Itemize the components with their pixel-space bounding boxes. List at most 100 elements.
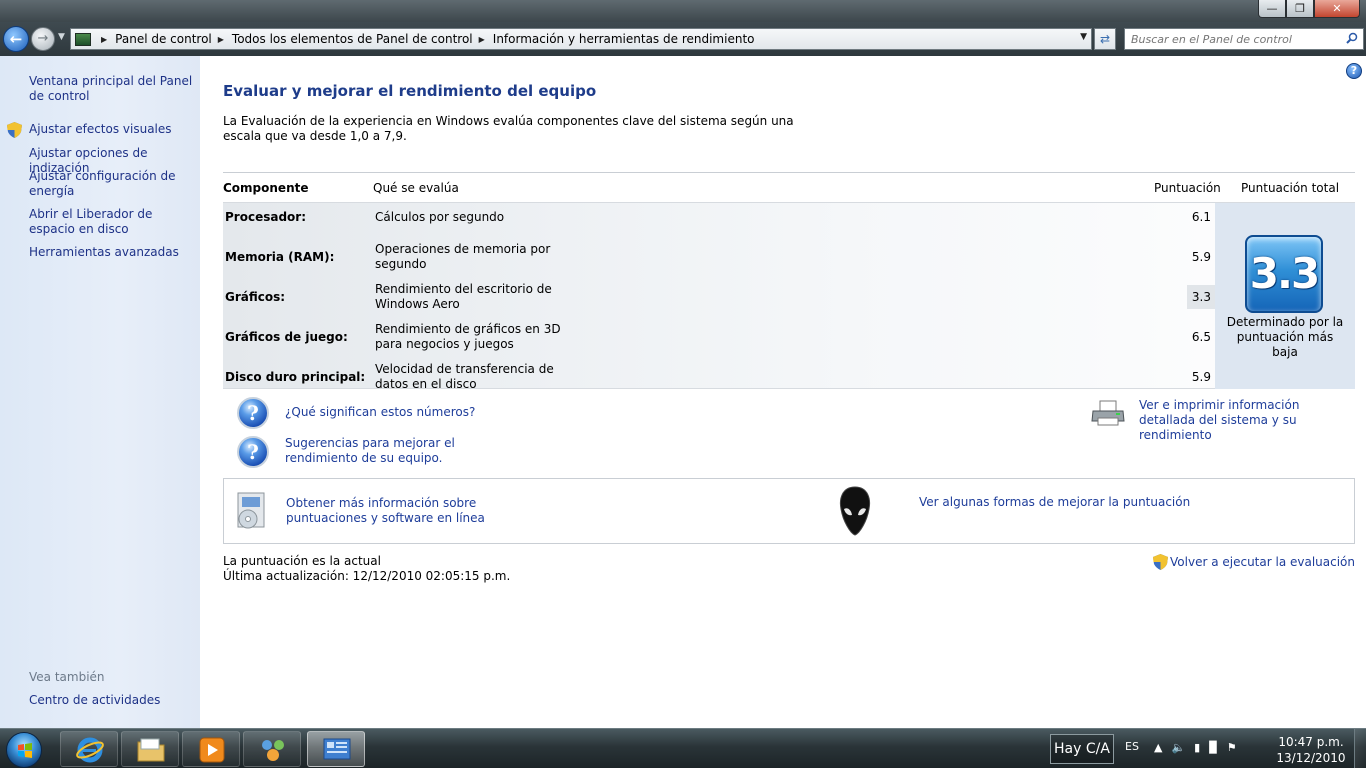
sidebar-link-disk-cleanup[interactable]: Abrir el Liberador de espacio en disco bbox=[29, 207, 199, 237]
refresh-button[interactable]: ⇄ bbox=[1094, 28, 1116, 50]
tray-notification[interactable]: Hay C/A bbox=[1050, 734, 1114, 764]
question-icon: ? bbox=[237, 397, 269, 429]
show-desktop-button[interactable] bbox=[1354, 729, 1366, 768]
taskbar-internet-explorer[interactable] bbox=[60, 731, 118, 767]
table-row: Procesador: Cálculos por segundo 6.1 bbox=[223, 197, 1215, 237]
media-player-icon bbox=[199, 737, 225, 763]
breadcrumb: ▶ Panel de control ▶ Todos los elementos… bbox=[101, 32, 755, 46]
navigation-bar: ← → ▼ ▶ Panel de control ▶ Todos los ele… bbox=[0, 22, 1366, 56]
back-button[interactable]: ← bbox=[3, 26, 29, 52]
start-button[interactable] bbox=[6, 732, 42, 768]
sidebar-link-action-center[interactable]: Centro de actividades bbox=[29, 693, 199, 708]
column-header-total: Puntuación total bbox=[1241, 180, 1340, 195]
breadcrumb-item-performance[interactable]: Información y herramientas de rendimient… bbox=[493, 32, 755, 46]
taskbar-explorer[interactable] bbox=[121, 731, 179, 767]
component-name: Procesador: bbox=[225, 210, 306, 224]
refresh-icon: ⇄ bbox=[1099, 32, 1111, 46]
show-hidden-icons-icon[interactable]: ▲ bbox=[1154, 741, 1162, 754]
minimize-button[interactable]: — bbox=[1258, 0, 1286, 18]
software-disc-icon bbox=[237, 492, 265, 529]
sidebar-link-visual-effects[interactable]: Ajustar efectos visuales bbox=[29, 122, 199, 137]
internet-explorer-icon bbox=[76, 737, 104, 763]
more-info-link[interactable]: Obtener más información sobre puntuacion… bbox=[286, 496, 486, 526]
suggestions-link[interactable]: Sugerencias para mejorar el rendimiento … bbox=[285, 436, 505, 466]
rerun-assessment-link[interactable]: Volver a ejecutar la evaluación bbox=[1170, 555, 1355, 570]
component-description: Rendimiento de gráficos en 3D para negoc… bbox=[375, 322, 561, 351]
rerun-assessment[interactable]: Volver a ejecutar la evaluación bbox=[1153, 554, 1355, 570]
component-description: Velocidad de transferencia de datos en e… bbox=[375, 362, 554, 391]
component-name: Gráficos: bbox=[225, 290, 286, 304]
close-button[interactable]: ✕ bbox=[1314, 0, 1360, 18]
component-name: Memoria (RAM): bbox=[225, 250, 335, 264]
address-bar[interactable]: ▶ Panel de control ▶ Todos los elementos… bbox=[70, 28, 1092, 50]
see-also-heading: Vea también bbox=[29, 670, 105, 684]
taskbar-network[interactable] bbox=[243, 731, 301, 767]
volume-icon[interactable]: 🔈 bbox=[1171, 741, 1185, 754]
back-icon: ← bbox=[9, 30, 23, 48]
total-score-badge: 3.3 bbox=[1245, 235, 1323, 313]
component-name: Disco duro principal: bbox=[225, 370, 366, 384]
improve-score-link[interactable]: Ver algunas formas de mejorar la puntuac… bbox=[919, 495, 1190, 510]
clock[interactable]: 10:47 p.m. 13/12/2010 bbox=[1276, 734, 1346, 766]
sidebar-link-power-settings[interactable]: Ajustar configuración de energía bbox=[29, 169, 199, 199]
recent-pages-dropdown[interactable]: ▼ bbox=[58, 32, 65, 42]
component-description: Rendimiento del escritorio de Windows Ae… bbox=[375, 282, 552, 311]
column-header-score: Puntuación bbox=[1154, 180, 1221, 195]
action-center-flag-icon[interactable]: ⚑ bbox=[1227, 741, 1237, 754]
last-update-text: Última actualización: 12/12/2010 02:05:1… bbox=[223, 569, 511, 583]
table-row: Gráficos: Rendimiento del escritorio de … bbox=[223, 277, 1215, 317]
network-icon bbox=[262, 740, 284, 761]
alienware-icon bbox=[839, 486, 871, 536]
score-table: Componente Qué se evalúa Puntuación Punt… bbox=[223, 172, 1355, 391]
maximize-button[interactable]: ❐ bbox=[1286, 0, 1314, 18]
power-icon[interactable]: ▮ bbox=[1194, 741, 1200, 754]
question-icon: ? bbox=[237, 436, 269, 468]
printer-icon bbox=[1091, 400, 1125, 426]
table-body: Procesador: Cálculos por segundo 6.1 Mem… bbox=[223, 202, 1355, 391]
folder-icon bbox=[137, 738, 165, 762]
taskbar-media-player[interactable] bbox=[182, 731, 240, 767]
breadcrumb-item-control-panel[interactable]: Panel de control bbox=[115, 32, 212, 46]
score-current-text: La puntuación es la actual bbox=[223, 554, 381, 568]
shield-icon bbox=[1153, 554, 1169, 570]
search-box bbox=[1124, 28, 1364, 50]
breadcrumb-item-all-items[interactable]: Todos los elementos de Panel de control bbox=[232, 32, 473, 46]
score-status: La puntuación es la actual Última actual… bbox=[223, 554, 510, 584]
search-input[interactable] bbox=[1125, 29, 1335, 49]
component-score: 6.1 bbox=[1191, 210, 1211, 224]
column-header-component: Componente bbox=[223, 180, 309, 195]
intro-text: La Evaluación de la experiencia en Windo… bbox=[223, 114, 794, 143]
sidebar-link-control-panel-home[interactable]: Ventana principal del Panel de control bbox=[29, 74, 199, 104]
print-details-link[interactable]: Ver e imprimir información detallada del… bbox=[1139, 398, 1359, 443]
shield-icon bbox=[7, 122, 22, 138]
component-name: Gráficos de juego: bbox=[225, 330, 348, 344]
component-description: Cálculos por segundo bbox=[375, 209, 505, 224]
sidebar: Ventana principal del Panel de control A… bbox=[0, 56, 200, 728]
column-header-what: Qué se evalúa bbox=[373, 180, 459, 195]
total-score-caption: Determinado por la puntuación más baja bbox=[1226, 315, 1344, 359]
performance-icon bbox=[323, 738, 351, 760]
window-controls: — ❐ ✕ bbox=[1258, 0, 1360, 18]
search-icon[interactable] bbox=[1346, 32, 1358, 44]
main-content: ? Evaluar y mejorar el rendimiento del e… bbox=[200, 56, 1366, 728]
total-score-panel: 3.3 Determinado por la puntuación más ba… bbox=[1215, 203, 1355, 389]
system-tray: ▲ 🔈 ▮ ▉ ⚑ bbox=[1154, 741, 1237, 754]
component-score: 6.5 bbox=[1191, 330, 1211, 344]
component-score: 5.9 bbox=[1191, 250, 1211, 264]
language-indicator[interactable]: ES bbox=[1125, 740, 1139, 753]
clock-date: 13/12/2010 bbox=[1276, 751, 1346, 765]
component-score: 5.9 bbox=[1191, 370, 1211, 384]
signal-icon[interactable]: ▉ bbox=[1209, 741, 1217, 754]
total-score-value: 3.3 bbox=[1249, 249, 1320, 298]
forward-button[interactable]: → bbox=[31, 27, 55, 51]
sidebar-link-advanced-tools[interactable]: Herramientas avanzadas bbox=[29, 245, 199, 260]
help-icon[interactable]: ? bbox=[1346, 63, 1362, 79]
clock-time: 10:47 p.m. bbox=[1278, 735, 1344, 749]
component-score-lowest: 3.3 bbox=[1187, 285, 1215, 309]
component-description: Operaciones de memoria por segundo bbox=[375, 242, 551, 271]
address-dropdown-button[interactable]: ▼ bbox=[1080, 32, 1087, 42]
what-numbers-link[interactable]: ¿Qué significan estos números? bbox=[285, 405, 475, 420]
forward-icon: → bbox=[37, 31, 49, 46]
taskbar-performance-window[interactable] bbox=[307, 731, 365, 767]
table-row: Memoria (RAM): Operaciones de memoria po… bbox=[223, 237, 1215, 277]
